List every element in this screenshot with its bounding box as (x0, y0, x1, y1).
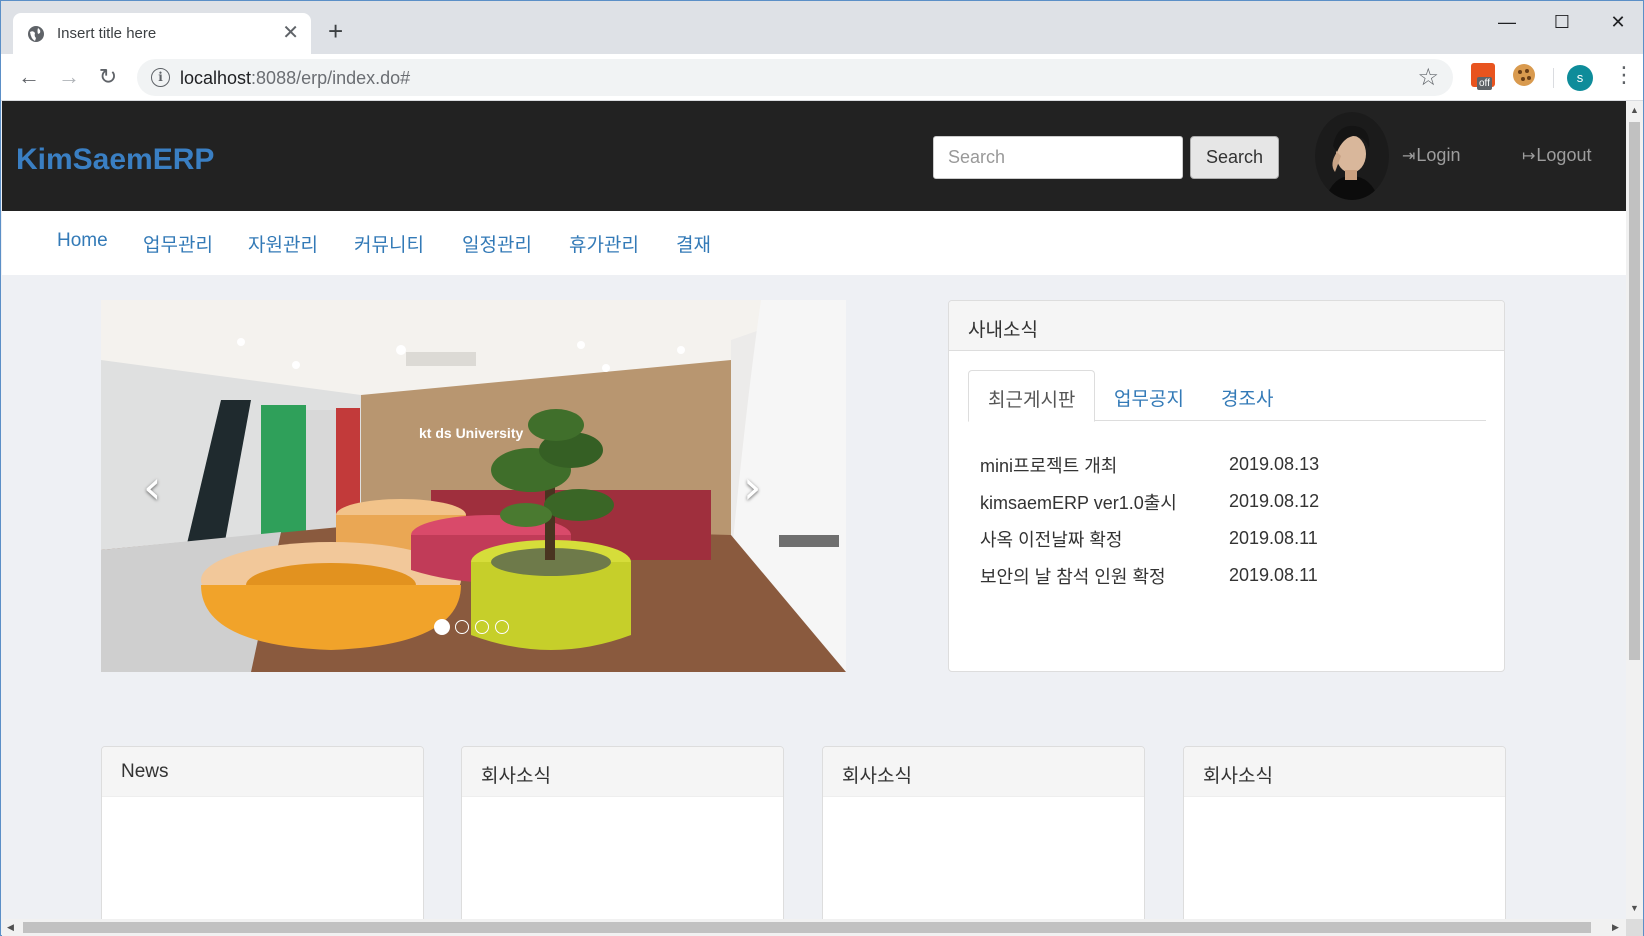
panel-heading: 사내소식 (949, 301, 1504, 351)
user-avatar (1315, 112, 1389, 200)
news-date: 2019.08.11 (1229, 565, 1318, 585)
page-viewport: KimSaemERP Search ⇥Login ↦Logout Home 업무… (2, 101, 1626, 919)
browser-tab[interactable]: Insert title here ✕ (13, 13, 311, 54)
horizontal-scroll-thumb[interactable] (23, 922, 1591, 933)
brand-logo[interactable]: KimSaemERP (16, 143, 214, 177)
news-row[interactable]: kimsaemERP ver1.0출시 2019.08.12 (949, 489, 1504, 525)
search-input[interactable] (933, 136, 1183, 179)
tab-events[interactable]: 경조사 (1202, 370, 1292, 422)
carousel-indicator[interactable] (475, 620, 489, 634)
carousel-indicator[interactable] (495, 620, 509, 634)
news-title[interactable]: 보안의 날 참석 인원 확정 (980, 563, 1166, 589)
browser-titlebar: Insert title here ✕ + — ☐ ✕ (1, 1, 1643, 54)
logout-icon: ↦ (1522, 148, 1536, 165)
news-row[interactable]: 보안의 날 참석 인원 확정 2019.08.11 (949, 563, 1504, 599)
reload-icon[interactable]: ↻ (92, 61, 124, 93)
tab-close-icon[interactable]: ✕ (282, 21, 299, 45)
browser-window: Insert title here ✕ + — ☐ ✕ ← → ↻ i loca… (0, 0, 1644, 936)
tab-title: Insert title here (57, 25, 157, 42)
card-heading: 회사소식 (823, 747, 1144, 797)
search-button[interactable]: Search (1190, 136, 1279, 179)
info-icon[interactable]: i (151, 68, 170, 87)
news-title[interactable]: kimsaemERP ver1.0출시 (980, 489, 1177, 515)
image-carousel: kt ds University ‹ › (101, 300, 846, 672)
card-heading: 회사소식 (462, 747, 783, 797)
logout-link[interactable]: ↦Logout (1522, 145, 1591, 166)
menu-item-approval[interactable]: 결재 (676, 230, 711, 257)
maximize-button[interactable]: ☐ (1542, 9, 1582, 35)
top-navbar: KimSaemERP Search ⇥Login ↦Logout (2, 101, 1626, 211)
company-news-panel: 사내소식 최근게시판 업무공지 경조사 mini프로젝트 개최 2019.08.… (948, 300, 1505, 672)
news-tabs: 최근게시판 업무공지 경조사 (968, 370, 1486, 422)
carousel-next-icon[interactable]: › (743, 460, 761, 514)
company-news-card: 회사소식 (1183, 746, 1506, 919)
horizontal-scrollbar[interactable]: ◀ ▶ (2, 919, 1626, 936)
toolbar-divider (1553, 68, 1554, 88)
menu-item-community[interactable]: 커뮤니티 (354, 230, 424, 257)
carousel-slide-image: kt ds University (101, 300, 846, 672)
scroll-left-icon[interactable]: ◀ (7, 922, 14, 933)
card-heading: News (102, 747, 423, 797)
scroll-down-icon[interactable]: ▼ (1630, 903, 1639, 913)
menu-dots-icon[interactable]: ⋮ (1613, 62, 1635, 88)
login-link[interactable]: ⇥Login (1402, 145, 1460, 166)
browser-toolbar: ← → ↻ i localhost:8088/erp/index.do# ☆ o… (1, 54, 1643, 101)
scrollbar-corner (1626, 919, 1643, 936)
menu-item-schedule[interactable]: 일정관리 (462, 230, 532, 257)
carousel-prev-icon[interactable]: ‹ (143, 460, 161, 514)
back-arrow-icon[interactable]: ← (13, 61, 45, 93)
menu-item-work[interactable]: 업무관리 (143, 230, 213, 257)
menu-item-resource[interactable]: 자원관리 (248, 230, 318, 257)
news-title[interactable]: mini프로젝트 개최 (980, 452, 1117, 478)
profile-avatar[interactable]: s (1567, 65, 1593, 91)
menu-item-vacation[interactable]: 휴가관리 (569, 230, 639, 257)
extension-off-icon[interactable]: off (1471, 63, 1495, 90)
new-tab-button[interactable]: + (328, 18, 343, 44)
wall-sign-text: kt ds University (419, 425, 523, 441)
carousel-indicator[interactable] (434, 619, 450, 635)
close-window-button[interactable]: ✕ (1598, 9, 1638, 35)
vertical-scroll-thumb[interactable] (1629, 122, 1640, 660)
login-icon: ⇥ (1402, 148, 1416, 165)
globe-icon (28, 26, 44, 42)
news-row[interactable]: mini프로젝트 개최 2019.08.13 (949, 452, 1504, 488)
address-bar[interactable]: i localhost:8088/erp/index.do# ☆ (137, 59, 1453, 96)
tab-work-notice[interactable]: 업무공지 (1095, 370, 1203, 422)
scroll-up-icon[interactable]: ▲ (1630, 105, 1639, 115)
scroll-right-icon[interactable]: ▶ (1612, 922, 1619, 933)
vertical-scrollbar[interactable]: ▲ ▼ (1626, 101, 1643, 919)
menu-item-home[interactable]: Home (57, 230, 108, 252)
card-heading: 회사소식 (1184, 747, 1505, 797)
minimize-button[interactable]: — (1487, 9, 1527, 35)
news-title[interactable]: 사옥 이전날짜 확정 (980, 526, 1122, 552)
news-date: 2019.08.13 (1229, 454, 1320, 474)
url-text[interactable]: localhost:8088/erp/index.do# (180, 68, 410, 89)
company-news-card: 회사소식 (461, 746, 784, 919)
news-card: News (101, 746, 424, 919)
news-row[interactable]: 사옥 이전날짜 확정 2019.08.11 (949, 526, 1504, 562)
news-date: 2019.08.12 (1229, 491, 1320, 511)
news-date: 2019.08.11 (1229, 528, 1318, 548)
cookie-extension-icon[interactable] (1513, 64, 1535, 86)
forward-arrow-icon[interactable]: → (53, 61, 85, 93)
tab-recent-board[interactable]: 최근게시판 (968, 370, 1096, 422)
main-menu: Home 업무관리 자원관리 커뮤니티 일정관리 휴가관리 결재 (2, 211, 1626, 275)
star-icon[interactable]: ☆ (1417, 63, 1439, 92)
carousel-indicator[interactable] (455, 620, 469, 634)
company-news-card: 회사소식 (822, 746, 1145, 919)
